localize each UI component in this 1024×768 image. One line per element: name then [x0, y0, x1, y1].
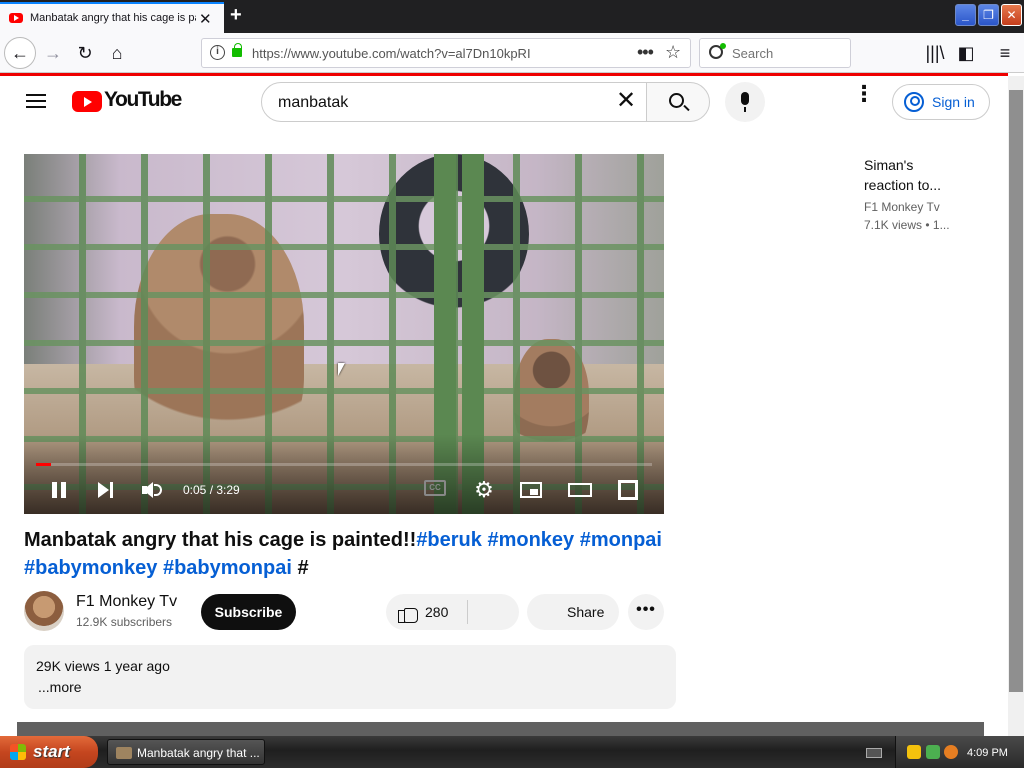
- hashtag-link[interactable]: #beruk: [416, 529, 482, 551]
- browser-toolbar: ← → ↻ ⌂ i https://www.youtube.com/watch?…: [0, 33, 1024, 73]
- start-label: start: [33, 742, 70, 761]
- video-player[interactable]: 0:05 / 3:29 CC ⚙: [24, 154, 664, 514]
- library-icon[interactable]: |||\: [920, 39, 950, 67]
- description-box[interactable]: 29K views 1 year ago ...more: [24, 645, 676, 709]
- views-and-date: 29K views 1 year ago: [36, 658, 170, 674]
- reload-icon[interactable]: ↻: [70, 39, 100, 67]
- address-url[interactable]: https://www.youtube.com/watch?v=al7Dn10k…: [252, 46, 531, 61]
- search-engine-icon: [709, 43, 726, 59]
- hashtag-link[interactable]: #monkey: [487, 529, 574, 551]
- settings-kebab-icon[interactable]: ⋮: [853, 83, 875, 114]
- guide-menu-icon[interactable]: [26, 94, 46, 108]
- youtube-search-input[interactable]: manbatak ✕: [261, 82, 647, 122]
- page-actions-icon[interactable]: •••: [637, 42, 654, 63]
- lock-icon: [232, 43, 242, 57]
- player-controls-gradient: [24, 434, 664, 514]
- address-bar[interactable]: i https://www.youtube.com/watch?v=al7Dn1…: [201, 38, 691, 68]
- progress-bar[interactable]: [36, 463, 652, 466]
- bookmark-star-icon[interactable]: ☆: [665, 42, 681, 63]
- browser-search-field[interactable]: Search: [699, 38, 851, 68]
- hashtag-link[interactable]: #monpai: [580, 529, 662, 551]
- like-dislike-divider: [467, 600, 468, 624]
- menu-icon[interactable]: ≡: [990, 39, 1020, 67]
- subscriber-count: 12.9K subscribers: [76, 615, 173, 629]
- like-thumb-icon[interactable]: [398, 602, 418, 623]
- back-icon[interactable]: ←: [4, 37, 36, 69]
- youtube-watch-page: YouTube manbatak ✕ ⋮ Sign in 0:05 / 3:29…: [0, 76, 1008, 736]
- more-actions-button[interactable]: •••: [628, 594, 664, 630]
- scrollbar-thumb[interactable]: [1009, 90, 1023, 692]
- video-title: Manbatak angry that his cage is painted!…: [24, 526, 664, 582]
- volume-icon[interactable]: [140, 478, 164, 502]
- channel-name[interactable]: F1 Monkey Tv: [76, 593, 177, 611]
- share-label: Share: [567, 604, 605, 620]
- tray-search-icon[interactable]: [944, 745, 958, 759]
- clear-search-icon[interactable]: ✕: [616, 88, 636, 114]
- show-more-link[interactable]: ...more: [38, 679, 82, 695]
- volume-wave: [154, 484, 162, 496]
- info-icon[interactable]: i: [210, 45, 225, 60]
- sign-in-label: Sign in: [932, 94, 975, 110]
- youtube-search-button[interactable]: [646, 82, 710, 122]
- forward-icon[interactable]: →: [38, 39, 68, 67]
- taskbar-window-label: Manbatak angry that ...: [137, 746, 260, 760]
- window-close-button[interactable]: ✕: [1001, 4, 1022, 26]
- taskbar-window-button[interactable]: Manbatak angry that ...: [107, 739, 265, 765]
- windows-logo-icon: [10, 744, 26, 760]
- channel-avatar[interactable]: [24, 591, 64, 631]
- search-placeholder: Search: [732, 46, 774, 61]
- next-video-icon[interactable]: [94, 478, 118, 502]
- clock: 4:09 PM: [967, 747, 1008, 759]
- recommended-video-title[interactable]: Siman's reaction to...: [864, 155, 964, 195]
- youtube-favicon-icon: [9, 13, 23, 23]
- subscribe-button[interactable]: Subscribe: [201, 594, 296, 630]
- share-button[interactable]: Share: [527, 594, 619, 630]
- tab-close-icon[interactable]: ✕: [199, 10, 212, 28]
- pause-icon[interactable]: [48, 478, 72, 502]
- account-icon: [904, 92, 924, 112]
- security-shield-icon[interactable]: [907, 745, 921, 759]
- browser-tab-strip: Manbatak angry that his cage is painted!…: [0, 0, 1024, 33]
- home-icon[interactable]: ⌂: [102, 39, 132, 67]
- captions-icon[interactable]: CC: [424, 480, 446, 496]
- tab-title: Manbatak angry that his cage is painted!…: [30, 12, 196, 24]
- recommended-video-meta: 7.1K views • 1...: [864, 218, 950, 232]
- settings-gear-icon[interactable]: ⚙: [472, 478, 496, 502]
- video-title-text: Manbatak angry that his cage is painted!…: [24, 529, 417, 551]
- hashtag-link[interactable]: #babymonpai: [163, 557, 292, 579]
- microphone-stem: [744, 107, 746, 112]
- start-button[interactable]: start: [0, 736, 98, 768]
- window-minimize-button[interactable]: _: [955, 4, 976, 26]
- miniplayer-icon[interactable]: [520, 478, 544, 502]
- youtube-logo-icon[interactable]: [72, 91, 102, 112]
- like-dislike-group: 280: [386, 594, 519, 630]
- time-display: 0:05 / 3:29: [183, 483, 240, 497]
- windows-taskbar: start Manbatak angry that ... 4:09 PM: [0, 736, 1024, 768]
- window-restore-button[interactable]: ❐: [978, 4, 999, 26]
- sign-in-button[interactable]: Sign in: [892, 84, 990, 120]
- youtube-logo-text[interactable]: YouTube: [104, 88, 182, 112]
- recommended-video-channel[interactable]: F1 Monkey Tv: [864, 200, 940, 214]
- theater-mode-icon[interactable]: [568, 478, 592, 502]
- microphone-icon: [741, 92, 749, 105]
- hashtag-trailing: #: [297, 557, 309, 579]
- desktop-screen: Manbatak angry that his cage is painted!…: [0, 0, 1024, 768]
- firefox-window-icon: [116, 747, 132, 759]
- sidebar-icon[interactable]: ◧: [951, 39, 981, 67]
- network-icon[interactable]: [926, 745, 940, 759]
- like-count[interactable]: 280: [425, 604, 448, 620]
- keyboard-icon[interactable]: [866, 748, 882, 758]
- search-query[interactable]: manbatak: [278, 94, 348, 112]
- new-tab-button[interactable]: +: [230, 4, 242, 27]
- progress-bar-played: [36, 463, 51, 466]
- content-below-fold: [17, 722, 984, 736]
- hashtag-link[interactable]: #babymonkey: [24, 557, 157, 579]
- mouse-cursor: [338, 363, 345, 376]
- search-icon: [669, 93, 684, 108]
- browser-tab-active[interactable]: Manbatak angry that his cage is painted!…: [0, 2, 224, 33]
- voice-search-button[interactable]: [725, 82, 765, 122]
- fullscreen-icon[interactable]: [616, 478, 640, 502]
